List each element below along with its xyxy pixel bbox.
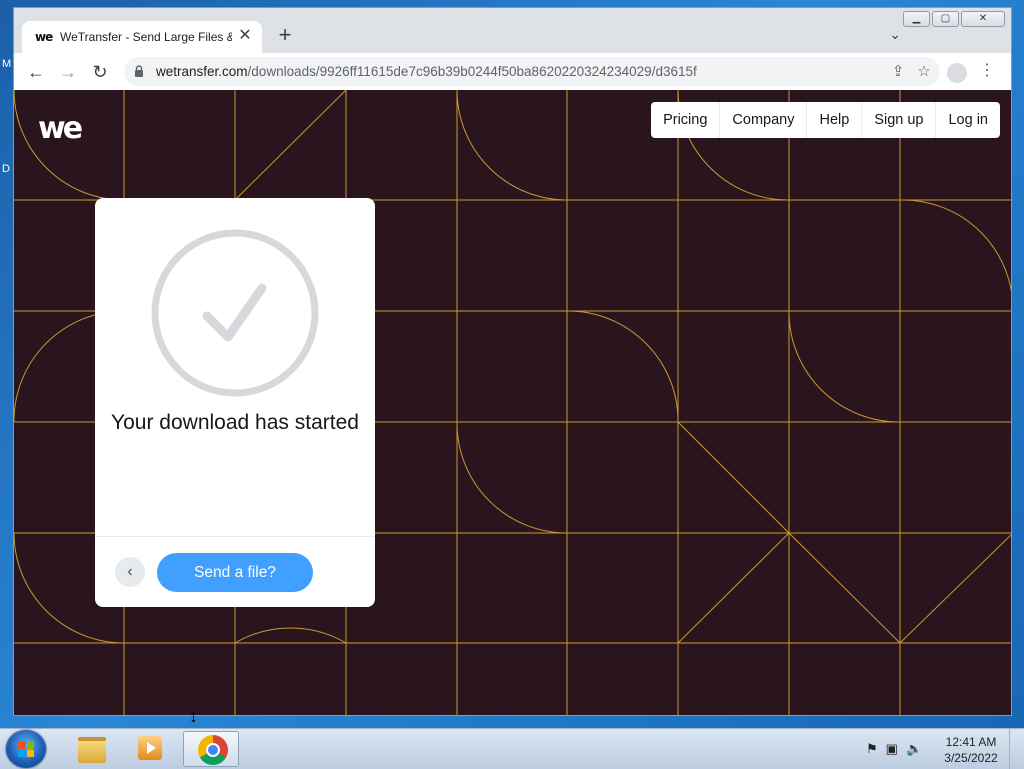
- back-chevron-button[interactable]: ‹: [115, 557, 145, 587]
- start-button[interactable]: [6, 730, 46, 768]
- flag-error-icon[interactable]: ⚑: [866, 741, 878, 757]
- address-bar[interactable]: wetransfer.com/downloads/9926ff11615de7c…: [124, 57, 940, 86]
- desktop-edge: M D: [0, 0, 14, 728]
- download-card: Your download has started ‹ Send a file?: [95, 198, 375, 607]
- tab-wetransfer[interactable]: we WeTransfer - Send Large Files & ✕: [22, 21, 262, 53]
- close-window-button[interactable]: ✕: [961, 11, 1005, 27]
- wetransfer-logo[interactable]: we: [38, 114, 83, 144]
- profile-avatar-icon[interactable]: [947, 63, 967, 83]
- browser-window: we WeTransfer - Send Large Files & ✕ + ⌄…: [13, 7, 1012, 716]
- url-path: /downloads/9926ff11615de7c96b39b0244f50b…: [247, 64, 697, 79]
- browser-toolbar: ← → ↻ wetransfer.com/downloads/9926ff116…: [14, 53, 1011, 91]
- reload-button[interactable]: ↻: [89, 61, 111, 83]
- taskbar-explorer[interactable]: [62, 731, 118, 767]
- folder-icon: [78, 737, 106, 763]
- taskbar-media-player[interactable]: [122, 731, 178, 767]
- bookmark-star-icon[interactable]: ☆: [914, 62, 934, 82]
- nav-help[interactable]: Help: [806, 102, 861, 138]
- tab-close-icon[interactable]: ✕: [236, 27, 254, 45]
- window-controls: ▁ ▢ ✕: [903, 11, 1005, 27]
- resize-cursor-icon: ↕: [189, 706, 198, 726]
- wetransfer-favicon-icon: we: [35, 30, 53, 44]
- network-icon[interactable]: ▣: [886, 741, 898, 757]
- top-navigation: Pricing Company Help Sign up Log in: [651, 102, 1000, 138]
- tab-strip: we WeTransfer - Send Large Files & ✕ + ⌄…: [14, 8, 1011, 53]
- checkmark-circle-icon: [151, 229, 319, 397]
- maximize-button[interactable]: ▢: [932, 11, 959, 27]
- url-host: wetransfer.com: [156, 64, 248, 79]
- url-text[interactable]: wetransfer.com/downloads/9926ff11615de7c…: [156, 64, 697, 79]
- card-divider: [95, 536, 375, 537]
- media-player-icon: [138, 736, 162, 760]
- volume-icon[interactable]: 🔈: [906, 741, 922, 757]
- download-status-message: Your download has started: [111, 411, 359, 434]
- tab-title: WeTransfer - Send Large Files &: [60, 30, 232, 44]
- windows-flag-icon: [18, 741, 34, 757]
- page-content: we Pricing Company Help Sign up Log in Y…: [14, 90, 1011, 715]
- clock-date: 3/25/2022: [944, 751, 998, 765]
- taskbar-chrome[interactable]: [183, 731, 239, 767]
- chrome-menu-icon[interactable]: ⋮: [979, 62, 995, 80]
- send-a-file-button[interactable]: Send a file?: [157, 553, 313, 592]
- nav-log-in[interactable]: Log in: [935, 102, 1000, 138]
- nav-sign-up[interactable]: Sign up: [861, 102, 935, 138]
- system-tray: ⚑ ▣ 🔈: [866, 741, 922, 757]
- forward-button[interactable]: →: [57, 61, 79, 83]
- minimize-button[interactable]: ▁: [903, 11, 930, 27]
- new-tab-button[interactable]: +: [274, 24, 296, 47]
- share-icon[interactable]: ⇪: [888, 62, 908, 82]
- clock-time: 12:41 AM: [945, 735, 997, 749]
- system-clock[interactable]: 12:41 AM 3/25/2022: [936, 734, 1006, 766]
- nav-company[interactable]: Company: [719, 102, 806, 138]
- tab-search-chevron-icon[interactable]: ⌄: [889, 26, 901, 43]
- desktop-icon-label: M: [2, 58, 12, 70]
- taskbar: ⚑ ▣ 🔈 12:41 AM 3/25/2022: [0, 728, 1024, 769]
- nav-pricing[interactable]: Pricing: [651, 102, 719, 138]
- chrome-icon: [198, 735, 228, 765]
- desktop-icon-label: D: [2, 163, 10, 175]
- show-desktop-button[interactable]: [1009, 729, 1024, 769]
- back-button[interactable]: ←: [25, 61, 47, 83]
- lock-icon: [135, 65, 143, 77]
